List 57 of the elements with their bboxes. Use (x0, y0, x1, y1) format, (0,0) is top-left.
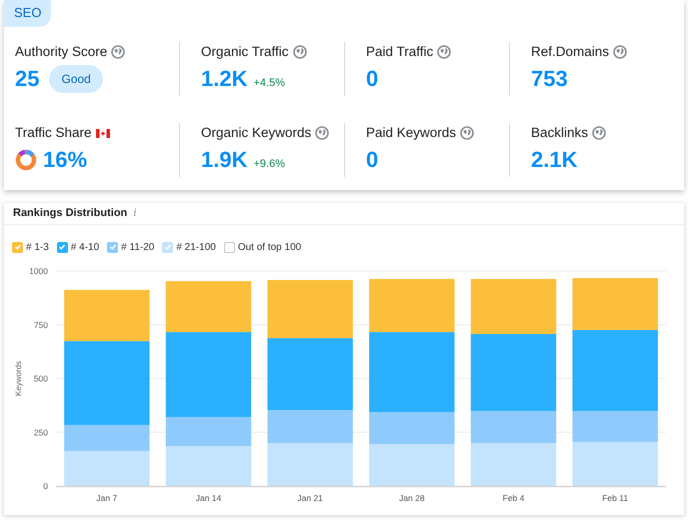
axis-tick-label: 0 (43, 481, 48, 491)
globe-icon[interactable] (111, 45, 126, 60)
check-icon (58, 243, 66, 251)
axis-tick-label: Feb 11 (602, 493, 628, 503)
legend-label[interactable]: # 21-100 (176, 240, 216, 254)
check-icon (108, 243, 117, 251)
globe-icon[interactable] (437, 45, 452, 60)
axis-tick-label: Jan 7 (96, 493, 118, 503)
metric-value[interactable]: 2.1K (531, 145, 578, 176)
metric-label: Organic Keywords (201, 124, 312, 142)
axis-tick-label: 500 (34, 374, 48, 384)
axis-tick-label: Jan 28 (399, 493, 425, 503)
legend-label[interactable]: # 1-3 (26, 240, 49, 254)
check-icon (164, 243, 172, 251)
checkbox[interactable] (56, 242, 68, 252)
flag-icon (96, 128, 110, 138)
chart-title: Rankings Distribution (13, 206, 128, 222)
info-icon[interactable]: i (133, 205, 137, 222)
globe-icon[interactable] (292, 45, 307, 60)
metric-label: Ref.Domains (531, 43, 610, 61)
globe-icon[interactable] (592, 126, 606, 140)
globe-icon[interactable] (315, 126, 330, 140)
change-text: +4.5% (253, 76, 285, 92)
metric-value[interactable]: 0 (366, 64, 378, 94)
metric-label: Paid Keywords (366, 124, 456, 142)
legend-label[interactable]: Out of top 100 (238, 240, 302, 254)
metric-value[interactable]: 1.9K (201, 145, 248, 176)
metric-value[interactable]: 753 (531, 64, 568, 94)
checkbox[interactable] (12, 242, 23, 252)
checkbox[interactable] (224, 242, 235, 252)
metric-label: Paid Traffic (366, 43, 434, 61)
axis-tick-label: Feb 4 (502, 493, 524, 503)
legend-label[interactable]: # 4-10 (70, 240, 100, 254)
axis-tick-label: Jan 21 (297, 493, 323, 503)
metric-value[interactable]: 0 (366, 145, 378, 176)
check-icon (14, 243, 22, 251)
legend-label[interactable]: # 11-20 (121, 240, 154, 254)
metric-value[interactable]: 25 (15, 64, 40, 94)
axis-tick-label: 750 (34, 320, 48, 330)
donut-chart-icon (15, 149, 37, 172)
checkbox[interactable] (162, 242, 174, 252)
globe-icon[interactable] (460, 126, 474, 140)
metric-label: Traffic Share (15, 124, 92, 142)
metric-value[interactable]: 16% (43, 145, 88, 176)
metric-label: Authority Score (15, 43, 108, 61)
section-tab[interactable]: SEO (4, 0, 52, 26)
axis-tick-label: 1000 (29, 266, 48, 276)
axis-title: Keywords (14, 360, 23, 396)
status-badge: Good (49, 65, 103, 94)
axis-tick-label: 250 (34, 427, 48, 438)
checkbox[interactable] (107, 242, 118, 252)
metric-value[interactable]: 1.2K (201, 64, 248, 94)
axis-tick-label: Jan 14 (196, 493, 222, 503)
metric-label: Organic Traffic (201, 43, 289, 61)
metric-label: Backlinks (531, 124, 588, 142)
change-text: +9.6% (253, 157, 285, 172)
globe-icon[interactable] (613, 45, 628, 60)
